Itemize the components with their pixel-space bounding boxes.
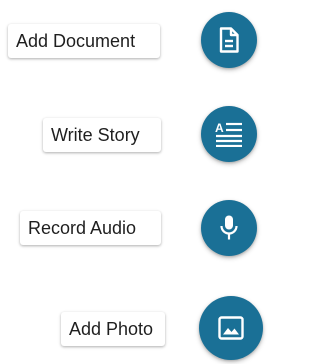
microphone-icon xyxy=(218,214,240,242)
write-story-button[interactable]: A xyxy=(201,106,257,162)
document-icon xyxy=(218,27,240,53)
add-document-label[interactable]: Add Document xyxy=(8,24,160,58)
record-audio-button[interactable] xyxy=(201,200,257,256)
add-photo-label[interactable]: Add Photo xyxy=(61,312,165,346)
record-audio-label[interactable]: Record Audio xyxy=(20,211,161,245)
svg-text:A: A xyxy=(215,121,224,135)
photo-icon xyxy=(218,316,244,340)
story-text-icon: A xyxy=(214,121,244,147)
add-document-button[interactable] xyxy=(201,12,257,68)
write-story-label[interactable]: Write Story xyxy=(43,118,161,152)
fab-speed-dial-menu: Add Document Write Story A Record Audio xyxy=(0,0,267,364)
add-photo-button[interactable] xyxy=(199,296,263,360)
